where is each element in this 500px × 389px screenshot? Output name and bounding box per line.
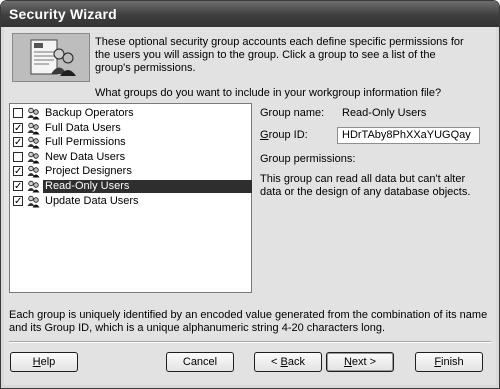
groups-question: What groups do you want to include in yo… xyxy=(95,87,442,99)
group-checkbox[interactable]: ✓ xyxy=(13,122,23,134)
group-id-label: Group ID: xyxy=(260,129,308,141)
checkmark-icon: ✓ xyxy=(14,137,23,149)
group-list-item[interactable]: ✓ Full Data Users xyxy=(10,122,251,136)
group-list-item-label: Update Data Users xyxy=(45,194,139,207)
group-list-item-label: Backup Operators xyxy=(45,107,134,119)
group-list-item-label: New Data Users xyxy=(45,150,126,163)
group-list-item[interactable]: ✓ Update Data Users xyxy=(10,195,251,209)
group-list-item-label: Project Designers xyxy=(45,165,132,178)
group-checkbox[interactable]: ✓ xyxy=(13,195,23,207)
group-checkbox[interactable]: ✓ xyxy=(13,181,23,192)
security-wizard-icon xyxy=(12,33,90,82)
group-users-icon xyxy=(27,151,40,164)
group-list-item[interactable]: ✓ Full Permissions xyxy=(10,136,251,150)
group-list-item[interactable]: Backup Operators xyxy=(10,107,251,121)
checkmark-icon: ✓ xyxy=(14,122,23,134)
group-name-label: Group name: xyxy=(260,107,325,119)
group-id-field[interactable]: HDrTAby8PhXXaYUGQay xyxy=(337,127,480,144)
groups-listbox[interactable]: Backup Operators ✓ Full Data Users ✓ Full Pe… xyxy=(9,103,252,293)
intro-text: These optional security group accounts e… xyxy=(95,36,464,74)
group-users-icon xyxy=(27,107,40,120)
group-list-item[interactable]: New Data Users xyxy=(10,151,251,165)
group-list-item[interactable]: ✓ Project Designers xyxy=(10,165,251,179)
cancel-button[interactable]: Cancel xyxy=(166,352,234,372)
group-checkbox[interactable]: ✓ xyxy=(13,166,23,178)
checkmark-icon: ✓ xyxy=(14,181,23,192)
footer-info-text: Each group is uniquely identified by an … xyxy=(9,309,488,334)
group-users-icon xyxy=(27,136,40,149)
checkmark-icon: ✓ xyxy=(14,195,23,207)
next-button[interactable]: Next > xyxy=(326,352,394,372)
footer-separator xyxy=(9,341,491,343)
group-list-item-label: Read-Only Users xyxy=(43,180,252,193)
help-button[interactable]: Help xyxy=(10,352,78,372)
group-users-icon xyxy=(27,195,40,208)
group-list-item[interactable]: ✓ Read-Only Users xyxy=(10,180,252,194)
group-users-icon xyxy=(27,122,40,135)
checkmark-icon: ✓ xyxy=(14,166,23,178)
group-users-icon xyxy=(27,165,40,178)
group-list-item-label: Full Permissions xyxy=(45,136,126,149)
back-button[interactable]: < Back xyxy=(254,352,322,372)
wizard-client-area: These optional security group accounts e… xyxy=(4,27,496,385)
group-permissions-label: Group permissions: xyxy=(260,153,356,165)
group-checkbox[interactable] xyxy=(13,108,23,118)
security-wizard-window: Security Wizard These optional security … xyxy=(0,0,500,389)
title-bar[interactable]: Security Wizard xyxy=(1,1,499,27)
group-name-field: Read-Only Users xyxy=(337,105,477,122)
group-list-item-label: Full Data Users xyxy=(45,121,121,134)
group-permissions-text: This group can read all data but can't a… xyxy=(260,173,471,198)
group-checkbox[interactable] xyxy=(13,151,23,162)
finish-button[interactable]: Finish xyxy=(415,352,483,372)
group-users-icon xyxy=(27,180,40,193)
window-title: Security Wizard xyxy=(9,6,117,22)
group-checkbox[interactable]: ✓ xyxy=(13,137,23,149)
